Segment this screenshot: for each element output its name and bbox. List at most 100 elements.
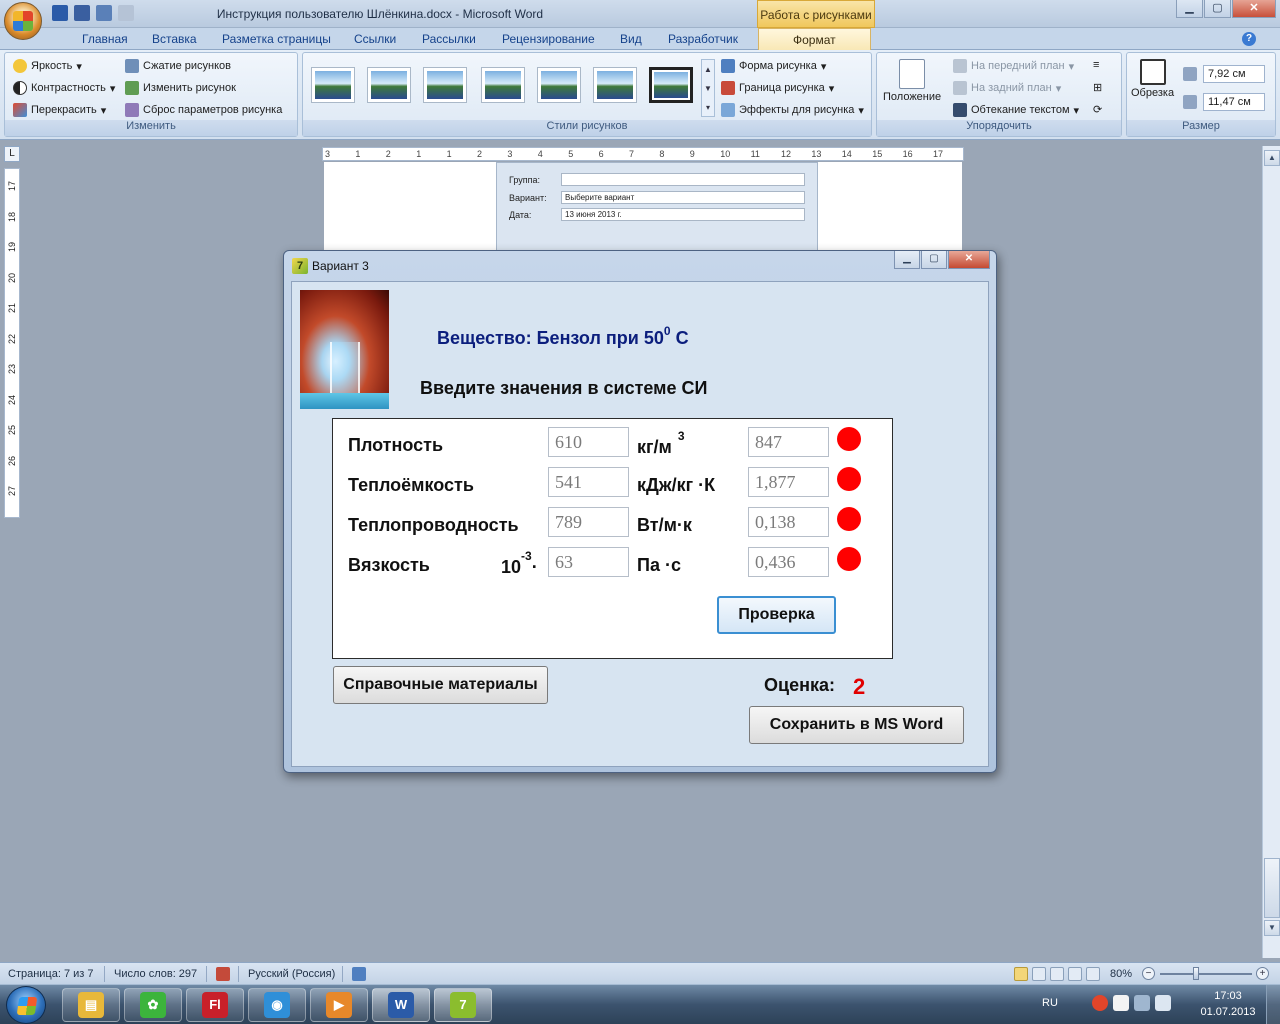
density-answer-field[interactable] xyxy=(748,427,829,457)
help-icon[interactable]: ? xyxy=(1242,32,1256,46)
gallery-scroll[interactable]: ▲ ▼ ▾ xyxy=(701,59,715,117)
reset-picture-button[interactable]: Сброс параметров рисунка xyxy=(125,103,282,117)
reference-materials-button[interactable]: Справочные материалы xyxy=(333,666,548,704)
picture-style-4[interactable] xyxy=(481,67,525,103)
web-layout-view-icon[interactable] xyxy=(1050,967,1064,981)
text-wrap-button[interactable]: Обтекание текстом ▾ xyxy=(953,103,1079,117)
start-button[interactable] xyxy=(6,986,46,1024)
tab-format[interactable]: Формат xyxy=(758,28,871,51)
taskbar-app-icq[interactable]: ✿ xyxy=(124,988,182,1022)
taskbar-app-app[interactable]: 7 xyxy=(434,988,492,1022)
document-page[interactable]: Группа: Вариант: Выберите вариант Дата: … xyxy=(324,162,962,262)
picture-style-5[interactable] xyxy=(537,67,581,103)
macro-icon[interactable] xyxy=(352,967,366,981)
picture-style-1[interactable] xyxy=(311,67,355,103)
picture-style-2[interactable] xyxy=(367,67,411,103)
close-button[interactable]: ✕ xyxy=(1232,0,1276,18)
viscosity-answer-field[interactable] xyxy=(748,547,829,577)
office-button[interactable] xyxy=(4,2,42,40)
heat-capacity-answer-field[interactable] xyxy=(748,467,829,497)
ruler-tick-label: 1 xyxy=(355,149,361,159)
horizontal-ruler[interactable]: 3 1 2 1 1 2 3 4 5 6 7 8 9 10 11 12 13 14 15 16 17 xyxy=(322,147,964,161)
network-tray-icon[interactable] xyxy=(1134,995,1150,1011)
brightness-button[interactable]: Яркость ▾ xyxy=(13,59,82,73)
ruler-tab-selector[interactable]: L xyxy=(4,146,20,162)
dialog-close-button[interactable]: ✕ xyxy=(948,251,990,269)
taskbar-app-word[interactable]: W xyxy=(372,988,430,1022)
thermal-conductivity-input[interactable] xyxy=(548,507,629,537)
tab-insert[interactable]: Вставка xyxy=(152,32,197,46)
language-indicator[interactable]: Русский (Россия) xyxy=(248,968,335,980)
flag-tray-icon[interactable] xyxy=(1113,995,1129,1011)
viscosity-input[interactable] xyxy=(548,547,629,577)
draft-view-icon[interactable] xyxy=(1086,967,1100,981)
dialog-minimize-button[interactable]: ▁ xyxy=(894,251,920,269)
change-picture-button[interactable]: Изменить рисунок xyxy=(125,81,236,95)
zoom-level[interactable]: 80% xyxy=(1110,968,1132,980)
tab-review[interactable]: Рецензирование xyxy=(502,32,595,46)
bring-to-front-button[interactable]: На передний план ▾ xyxy=(953,59,1074,73)
vertical-scrollbar[interactable]: ▲ ▼ xyxy=(1262,146,1280,958)
save-to-word-button[interactable]: Сохранить в MS Word xyxy=(749,706,964,744)
height-input[interactable]: 7,92 см xyxy=(1203,65,1265,83)
zoom-slider-thumb[interactable] xyxy=(1192,967,1199,980)
zoom-in-icon[interactable]: + xyxy=(1256,967,1269,980)
zoom-out-icon[interactable]: − xyxy=(1142,967,1155,980)
picture-style-3[interactable] xyxy=(423,67,467,103)
scroll-down-button[interactable]: ▼ xyxy=(1264,920,1280,936)
volume-tray-icon[interactable] xyxy=(1155,995,1171,1011)
clock-time[interactable]: 17:03 xyxy=(1200,990,1256,1002)
tab-home[interactable]: Главная xyxy=(82,32,128,46)
taskbar-app-media[interactable]: ▶ xyxy=(310,988,368,1022)
dialog-maximize-button[interactable]: ▢ xyxy=(921,251,947,269)
contrast-button[interactable]: Контрастность ▾ xyxy=(13,81,115,95)
antivirus-tray-icon[interactable] xyxy=(1092,995,1108,1011)
outline-view-icon[interactable] xyxy=(1068,967,1082,981)
picture-style-7[interactable] xyxy=(649,67,693,103)
check-button[interactable]: Проверка xyxy=(717,596,836,634)
group-size-label: Размер xyxy=(1127,120,1275,136)
minimize-button[interactable]: ▁ xyxy=(1176,0,1203,18)
rotate-icon[interactable]: ⟳ xyxy=(1093,103,1102,116)
taskbar-app-chrome[interactable]: ◉ xyxy=(248,988,306,1022)
full-screen-view-icon[interactable] xyxy=(1032,967,1046,981)
recolor-button[interactable]: Перекрасить ▾ xyxy=(13,103,106,117)
picture-border-button[interactable]: Граница рисунка ▾ xyxy=(721,81,834,95)
page-counter[interactable]: Страница: 7 из 7 xyxy=(8,968,94,980)
tab-view[interactable]: Вид xyxy=(620,32,642,46)
scroll-up-button[interactable]: ▲ xyxy=(1264,150,1280,166)
picture-style-6[interactable] xyxy=(593,67,637,103)
clock-date[interactable]: 01.07.2013 xyxy=(1198,1006,1258,1018)
embedded-form-picture[interactable]: Группа: Вариант: Выберите вариант Дата: … xyxy=(496,162,818,252)
zoom-slider[interactable] xyxy=(1160,973,1252,975)
input-language[interactable]: RU xyxy=(1042,997,1058,1009)
proofing-icon[interactable] xyxy=(216,967,230,981)
show-desktop-button[interactable] xyxy=(1266,985,1280,1024)
density-input[interactable] xyxy=(548,427,629,457)
tab-developer[interactable]: Разработчик xyxy=(668,32,738,46)
word-count[interactable]: Число слов: 297 xyxy=(114,968,197,980)
vertical-ruler[interactable]: 17 18 19 20 21 22 23 24 25 26 27 xyxy=(4,168,20,518)
thermal-conductivity-unit: Вт/м·к xyxy=(637,515,692,535)
thermal-conductivity-answer-field[interactable] xyxy=(748,507,829,537)
taskbar-app-flash[interactable]: Fl xyxy=(186,988,244,1022)
width-input[interactable]: 11,47 см xyxy=(1203,93,1265,111)
crop-button[interactable]: Обрезка xyxy=(1131,59,1174,99)
picture-shape-button[interactable]: Форма рисунка ▾ xyxy=(721,59,826,73)
tab-page-layout[interactable]: Разметка страницы xyxy=(222,32,331,46)
text-wrap-label: Обтекание текстом xyxy=(971,104,1070,116)
app-icon: 7 xyxy=(450,992,476,1018)
send-to-back-button[interactable]: На задний план ▾ xyxy=(953,81,1061,95)
print-layout-view-icon[interactable] xyxy=(1014,967,1028,981)
position-button[interactable]: Положение xyxy=(883,59,941,103)
scroll-thumb[interactable] xyxy=(1264,858,1280,918)
tab-mailings[interactable]: Рассылки xyxy=(422,32,476,46)
tab-references[interactable]: Ссылки xyxy=(354,32,396,46)
compress-pictures-button[interactable]: Сжатие рисунков xyxy=(125,59,231,73)
group-objects-icon[interactable]: ⊞ xyxy=(1093,81,1102,94)
maximize-button[interactable]: ▢ xyxy=(1204,0,1231,18)
heat-capacity-input[interactable] xyxy=(548,467,629,497)
picture-effects-button[interactable]: Эффекты для рисунка ▾ xyxy=(721,103,864,117)
align-icon[interactable]: ≡ xyxy=(1093,59,1099,71)
taskbar-app-explorer[interactable]: ▤ xyxy=(62,988,120,1022)
